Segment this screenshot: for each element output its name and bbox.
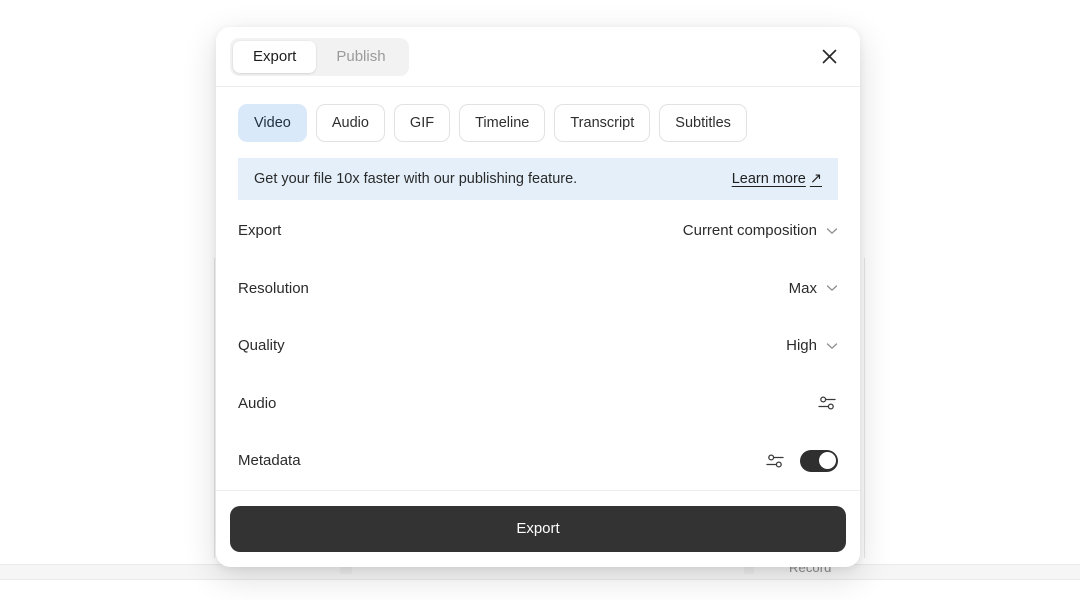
format-chip-audio[interactable]: Audio xyxy=(315,104,385,142)
export-source-dropdown[interactable]: Current composition xyxy=(683,222,838,239)
setting-label-resolution: Resolution xyxy=(238,279,309,297)
metadata-toggle-knob xyxy=(818,452,836,470)
quality-value: High xyxy=(786,337,817,355)
chevron-down-icon xyxy=(826,285,838,292)
setting-label-audio: Audio xyxy=(238,394,277,412)
dialog-footer: Export xyxy=(216,489,860,568)
dialog-header: Export Publish xyxy=(216,27,860,87)
external-link-arrow-icon: ↗ xyxy=(809,171,822,187)
format-chip-gif[interactable]: GIF xyxy=(393,104,451,142)
export-dialog: Export Publish Video Audio GIF Timeline … xyxy=(216,27,860,567)
background-divider-right xyxy=(864,258,865,558)
export-button[interactable]: Export xyxy=(230,505,846,552)
resolution-value: Max xyxy=(788,279,817,297)
chevron-down-icon xyxy=(826,343,838,349)
quality-dropdown[interactable]: High xyxy=(786,337,838,354)
promo-banner: Get your file 10x faster with our publis… xyxy=(238,158,838,200)
learn-more-label: Learn more xyxy=(731,171,806,187)
close-icon xyxy=(822,49,836,64)
setting-row-metadata: Metadata xyxy=(238,432,838,490)
setting-control-export: Current composition xyxy=(683,222,838,239)
setting-label-metadata: Metadata xyxy=(238,452,301,470)
setting-row-export: Export Current composition xyxy=(238,202,838,260)
setting-control-audio xyxy=(816,392,838,414)
setting-control-metadata xyxy=(764,449,838,472)
format-chip-row: Video Audio GIF Timeline Transcript Subt… xyxy=(238,87,838,158)
tab-export[interactable]: Export xyxy=(233,40,317,73)
tab-publish[interactable]: Publish xyxy=(316,41,405,73)
resolution-dropdown[interactable]: Max xyxy=(789,280,838,297)
format-chip-timeline[interactable]: Timeline xyxy=(459,104,546,142)
export-source-value: Current composition xyxy=(682,222,817,240)
setting-row-audio: Audio xyxy=(238,375,838,433)
settings-list: Export Current composition Resolution Ma… xyxy=(238,202,838,490)
dialog-body: Video Audio GIF Timeline Transcript Subt… xyxy=(216,87,860,490)
metadata-toggle[interactable] xyxy=(800,449,838,472)
learn-more-link[interactable]: Learn more ↗ xyxy=(732,171,822,187)
chevron-down-icon xyxy=(826,228,838,234)
setting-row-quality: Quality High xyxy=(238,317,838,375)
mode-segmented-control[interactable]: Export Publish xyxy=(230,37,409,76)
format-chip-transcript[interactable]: Transcript xyxy=(554,104,651,142)
metadata-settings-sliders-icon[interactable] xyxy=(764,450,786,472)
background-divider-left xyxy=(214,258,215,558)
setting-label-export: Export xyxy=(238,222,282,240)
format-chip-video[interactable]: Video xyxy=(238,104,307,142)
audio-settings-sliders-icon[interactable] xyxy=(816,392,838,414)
setting-control-resolution: Max xyxy=(789,280,838,297)
format-chip-subtitles[interactable]: Subtitles xyxy=(659,104,747,142)
setting-control-quality: High xyxy=(786,337,838,354)
setting-row-resolution: Resolution Max xyxy=(238,260,838,318)
promo-text: Get your file 10x faster with our publis… xyxy=(254,171,578,187)
close-button[interactable] xyxy=(812,40,846,74)
setting-label-quality: Quality xyxy=(238,337,285,355)
